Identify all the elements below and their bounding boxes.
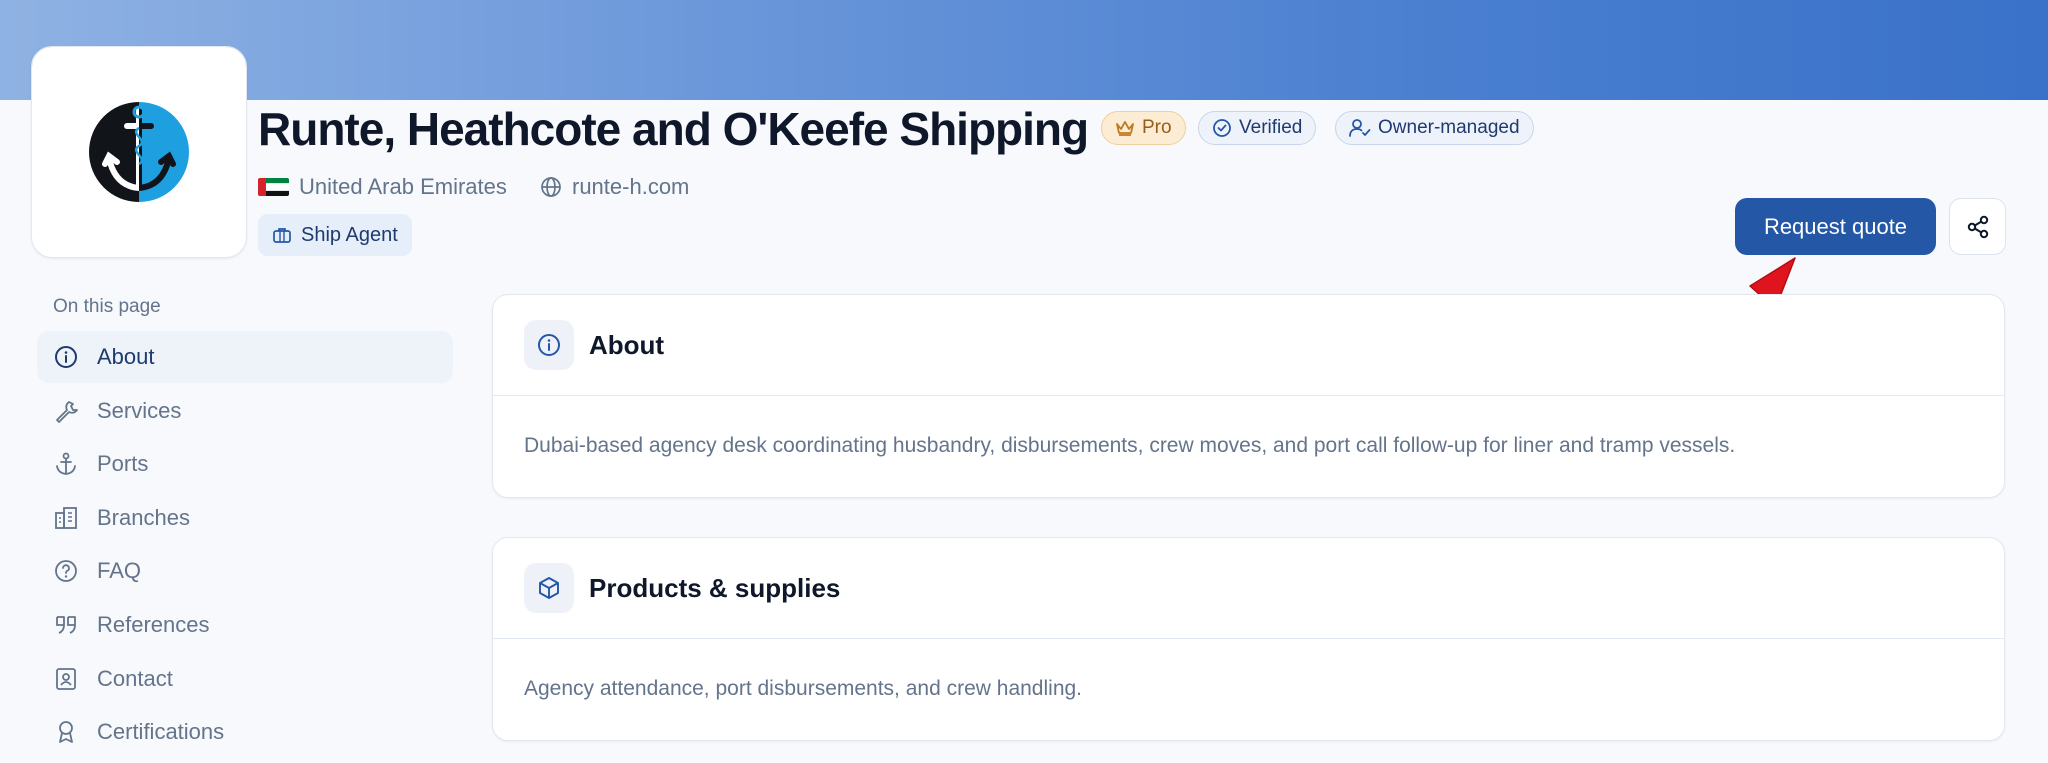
about-section-text: Dubai-based agency desk coordinating hus… xyxy=(524,434,1736,457)
toc-item-services[interactable]: Services xyxy=(37,385,453,437)
briefcase-icon xyxy=(273,228,291,243)
about-section-icon xyxy=(524,320,574,370)
uae-flag-icon xyxy=(258,178,289,196)
pro-badge: Pro xyxy=(1101,111,1186,145)
cover-banner xyxy=(0,0,2048,100)
building-icon xyxy=(55,506,77,529)
owner-managed-badge: Owner-managed xyxy=(1335,111,1534,145)
award-icon xyxy=(59,721,73,744)
info-icon xyxy=(55,346,77,368)
help-circle-icon xyxy=(55,560,77,583)
category-tag[interactable]: Ship Agent xyxy=(258,214,412,256)
products-section-header: Products & supplies xyxy=(493,538,2004,639)
website-link[interactable]: runte-h.com xyxy=(572,174,689,200)
toc-heading: On this page xyxy=(53,296,161,317)
about-section-title: About xyxy=(589,329,665,360)
products-section-title: Products & supplies xyxy=(589,572,841,603)
verified-badge: Verified xyxy=(1198,111,1317,145)
quote-icon xyxy=(56,616,76,634)
toc-label-about: About xyxy=(97,344,155,369)
toc-item-ports[interactable]: Ports xyxy=(37,438,453,490)
company-country: United Arab Emirates xyxy=(258,172,507,202)
toc-label-references: References xyxy=(97,611,210,637)
share-icon xyxy=(1967,215,1988,238)
info-icon xyxy=(538,334,560,356)
toc-item-branches[interactable]: Branches xyxy=(37,492,453,544)
toc-item-contact[interactable]: Contact xyxy=(37,653,453,705)
request-quote-button[interactable]: Request quote xyxy=(1735,198,1936,255)
contact-card-icon xyxy=(56,667,76,690)
package-icon xyxy=(539,577,559,599)
toc-label-contact: Contact xyxy=(97,665,173,691)
owner-managed-badge-label: Owner-managed xyxy=(1378,117,1520,138)
products-section-text: Agency attendance, port disbursements, a… xyxy=(524,677,1083,700)
products-section-icon xyxy=(524,563,574,613)
toc-item-faq[interactable]: FAQ xyxy=(37,545,453,597)
crown-icon xyxy=(1116,121,1134,136)
about-section: About Dubai-based agency desk coordinati… xyxy=(492,294,2005,498)
category-label: Ship Agent xyxy=(301,223,398,246)
share-button[interactable] xyxy=(1949,198,2006,255)
check-circle-icon xyxy=(1213,119,1231,137)
about-section-header: About xyxy=(493,295,2004,396)
toc-label-certifications: Certifications xyxy=(97,719,225,745)
verified-badge-label: Verified xyxy=(1239,117,1303,138)
toc-item-certifications[interactable]: Certifications xyxy=(37,706,453,758)
country-label: United Arab Emirates xyxy=(299,174,507,199)
toc-label-services: Services xyxy=(97,397,182,423)
on-this-page-nav: About Services Ports Branches FAQ Refere… xyxy=(37,331,453,760)
toc-item-about[interactable]: About xyxy=(37,331,453,383)
wrench-icon xyxy=(56,400,78,423)
anchor-logo-icon xyxy=(89,102,189,202)
anchor-icon xyxy=(56,452,76,476)
company-website[interactable]: runte-h.com xyxy=(540,172,689,202)
pro-badge-label: Pro xyxy=(1142,117,1172,138)
products-section: Products & supplies Agency attendance, p… xyxy=(492,537,2005,741)
toc-item-references[interactable]: References xyxy=(37,599,453,651)
company-name: Runte, Heathcote and O'Keefe Shipping xyxy=(258,103,1089,155)
company-logo xyxy=(31,46,247,258)
toc-label-ports: Ports xyxy=(97,451,149,477)
user-check-icon xyxy=(1349,119,1371,137)
toc-label-branches: Branches xyxy=(97,504,190,530)
globe-icon xyxy=(541,177,561,197)
toc-label-faq: FAQ xyxy=(97,558,142,584)
